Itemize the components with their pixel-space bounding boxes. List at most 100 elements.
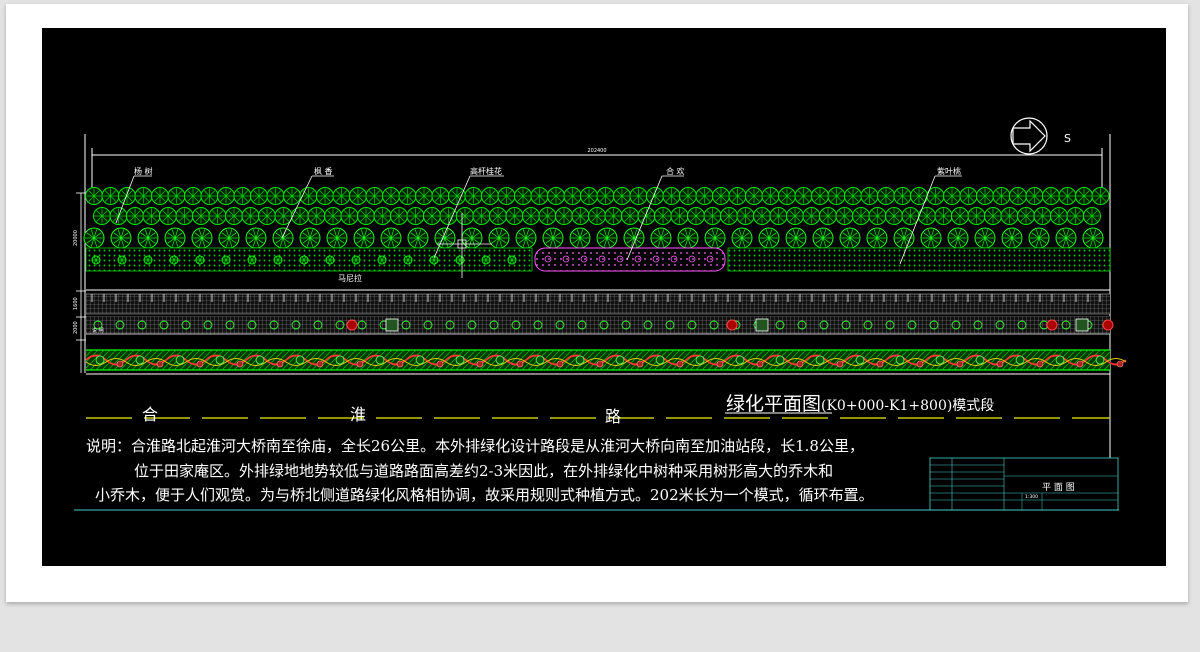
wave-shrub [815,355,825,365]
dim-side-a: 20000 [73,230,79,246]
tree-symbol [225,207,243,225]
plan-title-main: 绿化平面图 [726,393,822,415]
tree-symbol [164,227,186,249]
tree-symbol [951,207,969,225]
tree-symbol [522,207,540,225]
tree-symbol [835,207,854,225]
tree-symbol [1028,227,1050,249]
compass-label: S [1064,132,1071,145]
image-frame: 202400 20000 1600 2000 S 杨 树 枫 香 高杆桂花 合 … [6,4,1188,602]
tree-symbol [382,187,400,205]
road-name: 合 淮 路 [142,405,621,426]
tree-symbol [959,187,978,205]
tree-symbol [266,187,285,205]
tree-symbol [621,207,639,225]
tree-symbol [195,255,205,265]
tree-symbol [839,227,861,249]
wave-shrub [575,355,585,365]
tree-symbol [893,227,915,249]
note-line-1: 说明：合淮路北起淮河大桥南至徐庙，全长26公里。本外排绿化设计路段是从淮河大桥向… [86,437,864,455]
tree-symbol [507,255,517,265]
tree-symbol [947,227,969,249]
tree-symbol [373,207,392,225]
tree-symbol [221,255,231,265]
tree-symbol [340,207,359,225]
tree-symbol [731,227,753,249]
tree-symbol [93,207,111,225]
tree-symbol [434,227,456,249]
tree-symbol [712,187,730,205]
wave-shrub [135,355,145,365]
tree-symbol [497,187,516,205]
wave-flower [1076,360,1084,368]
tree-symbol [151,187,169,205]
wave-shrub [415,355,425,365]
tree-symbol [538,207,557,225]
tree-symbol [866,227,888,249]
tree-symbol [877,187,895,205]
tree-symbol [654,207,672,225]
tree-symbol [403,255,413,265]
tree-symbol [448,187,466,205]
tree-symbol [472,207,491,225]
north-arrow: S [1010,117,1071,155]
wave-flower [1116,360,1124,368]
tree-symbol [1075,187,1093,205]
wave-flower [316,360,324,368]
tree-symbol [291,207,309,225]
tree-symbol [505,207,524,225]
tree-symbol [1042,187,1060,205]
tree-symbol [687,207,705,225]
tree-symbol [794,187,813,205]
tree-symbol [208,207,227,225]
wave-shrub [735,355,745,365]
tree-symbol [455,255,465,265]
tree-symbol [812,227,834,249]
wave-shrub [255,355,265,365]
tree-rows [83,187,1110,249]
wave-flower [636,360,644,368]
tree-symbol [530,187,549,205]
tree-symbol [247,255,257,265]
tree-symbol [316,187,334,205]
tree-symbol [679,187,697,205]
tree-symbol [569,227,591,249]
dim-side-c: 2000 [73,321,79,334]
tree-symbol [1017,207,1035,225]
wave-shrub [895,355,905,365]
tree-symbol [596,187,615,205]
tree-symbol [827,187,846,205]
tree-symbol [1091,187,1110,205]
title-block: 平 面 图 1:300 [929,457,1119,511]
tree-symbol [398,187,417,205]
tree-symbol [670,207,689,225]
tree-symbol [118,187,136,205]
tree-symbol [1000,207,1019,225]
wave-shrub [335,355,345,365]
note-line-3: 小乔木，便于人们观赏。为与桥北侧道路绿化风格相协调，故采用规则式种植方式。202… [95,486,874,504]
tree-symbol [258,207,276,225]
tree-symbol [250,187,268,205]
tree-symbol [464,187,483,205]
tree-symbol [976,187,994,205]
total-length-dim: 202400 [587,148,606,154]
tree-symbol [920,227,942,249]
tree-symbol [1058,187,1077,205]
tree-symbol [159,207,177,225]
wave-shrub [495,355,505,365]
tree-symbol [218,227,240,249]
wave-flower [1036,360,1044,368]
note-line-2: 位于田家庵区。外排绿地地势较低与道路路面高差约2-3米因此，在外排绿化中树种采用… [134,462,834,480]
tree-symbol [489,207,507,225]
tree-symbol [332,187,351,205]
left-dimensions: 20000 1600 2000 [73,192,86,373]
tree-symbol [349,187,367,205]
tree-symbol [377,255,387,265]
red-shrub [726,319,738,331]
tree-symbol [695,187,714,205]
tree-symbol [934,207,953,225]
tree-symbol [967,207,986,225]
wave-flower [196,360,204,368]
tree-symbol [753,207,771,225]
tree-symbol [515,227,537,249]
